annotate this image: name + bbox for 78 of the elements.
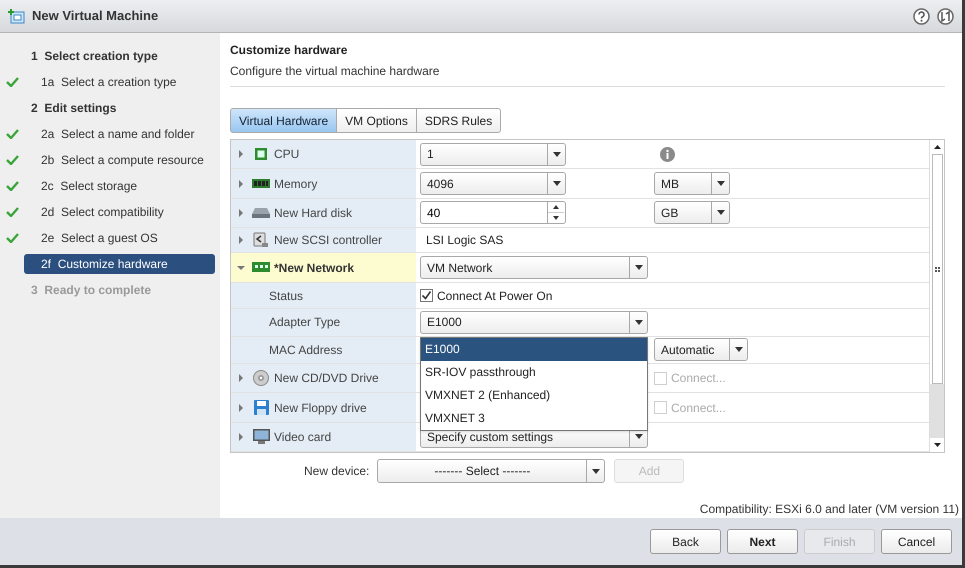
tab[interactable]: SDRS Rules bbox=[416, 108, 502, 133]
chip-icon bbox=[254, 147, 268, 162]
caret-icon bbox=[552, 181, 560, 186]
virtual-machine-icon bbox=[8, 8, 25, 24]
page-subtitle: Configure the virtual machine hardware bbox=[230, 63, 440, 80]
step-heading: 3 Ready to complete bbox=[30, 282, 152, 299]
device-label: *New Network bbox=[274, 260, 354, 277]
property-label: MAC Address bbox=[268, 342, 342, 359]
dropdown-option[interactable]: SR-IOV passthrough bbox=[421, 360, 647, 384]
device-label: New Floppy drive bbox=[274, 400, 367, 417]
dropdown[interactable]: Automatic bbox=[654, 338, 748, 362]
expander-icon[interactable] bbox=[237, 150, 245, 158]
step-item[interactable]: 2f Customize hardware bbox=[24, 254, 215, 274]
step-heading: 1 Select creation type bbox=[30, 48, 159, 65]
device-label: CPU bbox=[274, 146, 300, 164]
grip-icon bbox=[934, 266, 940, 272]
dropdown-option[interactable]: E1000 bbox=[421, 338, 647, 361]
caret-icon bbox=[634, 265, 642, 270]
tab[interactable]: Virtual Hardware bbox=[230, 108, 338, 133]
checkbox[interactable] bbox=[420, 289, 433, 302]
expander-icon[interactable] bbox=[237, 404, 245, 412]
footer-button[interactable]: Cancel bbox=[881, 529, 952, 554]
dropdown[interactable]: GB bbox=[654, 201, 730, 224]
combo-box[interactable]: 4096 bbox=[420, 172, 566, 196]
step-item[interactable]: 2e Select a guest OS bbox=[24, 228, 215, 248]
caret-icon bbox=[634, 434, 642, 440]
device-label: New CD/DVD Drive bbox=[274, 370, 379, 388]
device-label: New SCSI controller bbox=[274, 232, 382, 250]
caret-icon bbox=[552, 152, 560, 157]
disc-icon bbox=[253, 370, 269, 386]
footer-button[interactable]: Back bbox=[650, 529, 721, 554]
step-item[interactable]: 2a Select a name and folder bbox=[24, 124, 215, 144]
window-title: New Virtual Machine bbox=[32, 7, 160, 26]
caret-icon bbox=[734, 347, 742, 352]
expander-icon[interactable] bbox=[237, 264, 245, 272]
device-label: Memory bbox=[274, 176, 318, 193]
step-item[interactable]: 1a Select a creation type bbox=[24, 72, 215, 92]
value-text: LSI Logic SAS bbox=[425, 232, 504, 250]
step-item[interactable]: 2c Select storage bbox=[24, 176, 215, 196]
device-label: New Hard disk bbox=[274, 204, 352, 222]
checkbox-label: Connect... bbox=[671, 370, 726, 388]
expander-icon[interactable] bbox=[237, 180, 245, 188]
caret-icon bbox=[634, 320, 642, 325]
device-select[interactable]: ------- Select ------- bbox=[377, 459, 606, 483]
expander-icon[interactable] bbox=[237, 236, 245, 244]
new-device-label: New device: bbox=[304, 463, 370, 480]
footer-button[interactable]: Next bbox=[727, 529, 798, 554]
tab[interactable]: VM Options bbox=[336, 108, 417, 133]
step-item[interactable]: 2b Select a compute resource bbox=[24, 150, 215, 170]
property-label: Adapter Type bbox=[268, 314, 340, 332]
expander-icon[interactable] bbox=[237, 208, 245, 217]
expander-icon[interactable] bbox=[237, 432, 245, 441]
scrollbar[interactable] bbox=[929, 140, 944, 452]
expand-icon[interactable] bbox=[937, 8, 954, 24]
help-icon[interactable] bbox=[913, 8, 930, 24]
controller-icon bbox=[253, 232, 269, 248]
dropdown[interactable]: MB bbox=[654, 172, 730, 196]
caret-icon bbox=[592, 468, 600, 474]
dropdown-option[interactable]: VMXNET 2 (Enhanced) bbox=[421, 384, 647, 407]
monitor-icon bbox=[252, 429, 270, 444]
page-title: Customize hardware bbox=[230, 42, 348, 59]
caret-icon bbox=[716, 210, 724, 216]
network-card-icon bbox=[252, 261, 270, 274]
property-label: Status bbox=[268, 288, 304, 305]
checkbox-label: Connect At Power On bbox=[437, 288, 552, 305]
combo-box[interactable]: 1 bbox=[420, 142, 566, 166]
dropdown[interactable]: E1000 bbox=[420, 310, 648, 334]
step-heading: 2 Edit settings bbox=[30, 100, 118, 117]
step-item[interactable]: 2d Select compatibility bbox=[24, 202, 215, 222]
device-label: Video card bbox=[274, 428, 332, 446]
number-spinner[interactable]: 40 bbox=[420, 201, 566, 224]
checkbox-label: Connect... bbox=[671, 400, 726, 417]
compatibility-text: Compatibility: ESXi 6.0 and later (VM version 11) bbox=[700, 501, 959, 518]
info-icon[interactable] bbox=[660, 146, 675, 162]
expander-icon[interactable] bbox=[237, 374, 245, 382]
caret-icon bbox=[716, 181, 724, 186]
dropdown[interactable]: VM Network bbox=[420, 256, 648, 280]
memory-module-icon bbox=[252, 178, 270, 190]
